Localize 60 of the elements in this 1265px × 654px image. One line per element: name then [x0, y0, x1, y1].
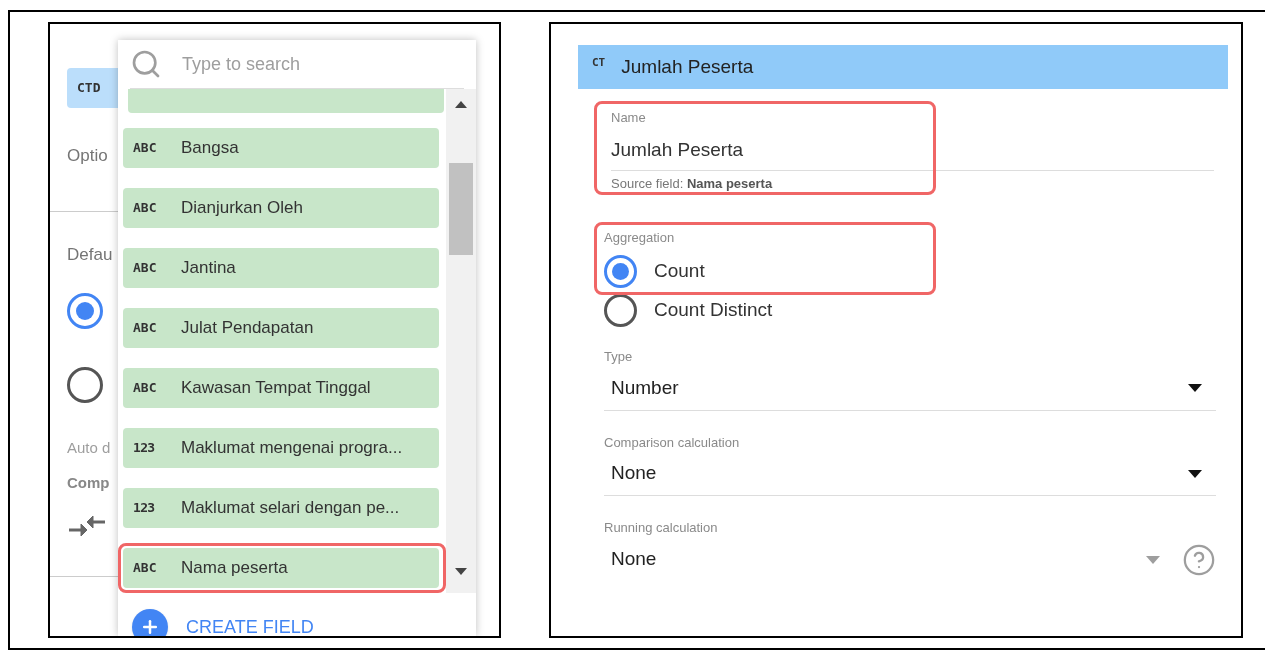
text-type-label: ABC — [133, 379, 158, 398]
field-chip: CTD — [67, 68, 119, 108]
number-type-label: 123 — [133, 439, 156, 458]
radio-unchecked[interactable] — [604, 294, 637, 327]
field-name: Dianjurkan Oleh — [181, 197, 303, 220]
aggregation-option: Count Distinct — [654, 296, 773, 325]
number-type-label: 123 — [133, 499, 156, 518]
caret-icon — [1188, 469, 1202, 478]
field-name: Bangsa — [181, 137, 239, 160]
auto-label: Auto d — [67, 438, 112, 458]
scroll-down-icon[interactable] — [455, 568, 467, 575]
search-field[interactable]: Type to search — [182, 50, 464, 78]
text-type-label: ABC — [133, 199, 158, 218]
compare-label: Comp — [67, 472, 111, 493]
source-field-text: Source field: Nama peserta — [611, 175, 774, 193]
field-item[interactable]: 123 Maklumat mengenai progra... — [123, 428, 439, 468]
options-label: Optio — [67, 145, 109, 167]
radio-checked[interactable] — [604, 255, 637, 288]
field-item[interactable] — [128, 89, 444, 113]
text-type-label: ABC — [133, 559, 158, 578]
field-item[interactable]: ABC Jantina — [123, 248, 439, 288]
help-icon[interactable] — [1182, 542, 1216, 577]
radio-checked[interactable] — [67, 293, 103, 329]
field-item[interactable]: ABC Kawasan Tempat Tinggal — [123, 368, 439, 408]
select-label: Running calculation — [604, 519, 719, 537]
select-field[interactable]: Number — [604, 366, 1216, 411]
search-icon — [130, 48, 162, 80]
field-item[interactable]: ABC Bangsa — [123, 128, 439, 168]
select-field[interactable]: None — [604, 452, 1216, 496]
field-name: Julat Pendapatan — [181, 317, 314, 340]
aggregation-option: Count — [654, 257, 705, 286]
default-label: Defau — [67, 243, 114, 266]
text-type-label: ABC — [133, 259, 158, 278]
text-type-label: ABC — [133, 139, 158, 158]
caret-icon — [1188, 384, 1202, 392]
field-item[interactable]: ABC Dianjurkan Oleh — [123, 188, 439, 228]
create-field-button[interactable]: CREATE FIELD — [132, 609, 476, 636]
field-name: Kawasan Tempat Tinggal — [181, 377, 371, 400]
name-label: Name — [611, 109, 647, 127]
field-item[interactable]: ABC Julat Pendapatan — [123, 308, 439, 348]
select-label: Comparison calculation — [604, 433, 741, 452]
compare-arrows-icon — [67, 514, 107, 538]
caret-icon — [1146, 555, 1160, 564]
radio-unchecked[interactable] — [67, 367, 103, 403]
field-name: Maklumat selari dengan pe... — [181, 497, 400, 520]
select-field[interactable]: None — [604, 537, 1174, 582]
field-name: Nama peserta — [181, 557, 288, 580]
scroll-up-icon[interactable] — [455, 101, 467, 108]
name-field[interactable]: Jumlah Peserta — [611, 135, 1214, 171]
field-name: Jantina — [181, 257, 236, 280]
scrollbar[interactable] — [446, 89, 476, 593]
scrollbar-thumb[interactable] — [449, 163, 473, 255]
header-title: Jumlah Peserta — [621, 54, 754, 79]
calculated-type-label: CT — [592, 55, 606, 71]
text-type-label: ABC — [133, 319, 158, 338]
select-label: Type — [604, 348, 634, 366]
field-name: Maklumat mengenai progra... — [181, 437, 403, 460]
field-item[interactable]: 123 Maklumat selari dengan pe... — [123, 488, 439, 528]
field-item[interactable]: ABC Nama peserta — [123, 548, 439, 588]
aggregation-label: Aggregation — [604, 228, 676, 247]
